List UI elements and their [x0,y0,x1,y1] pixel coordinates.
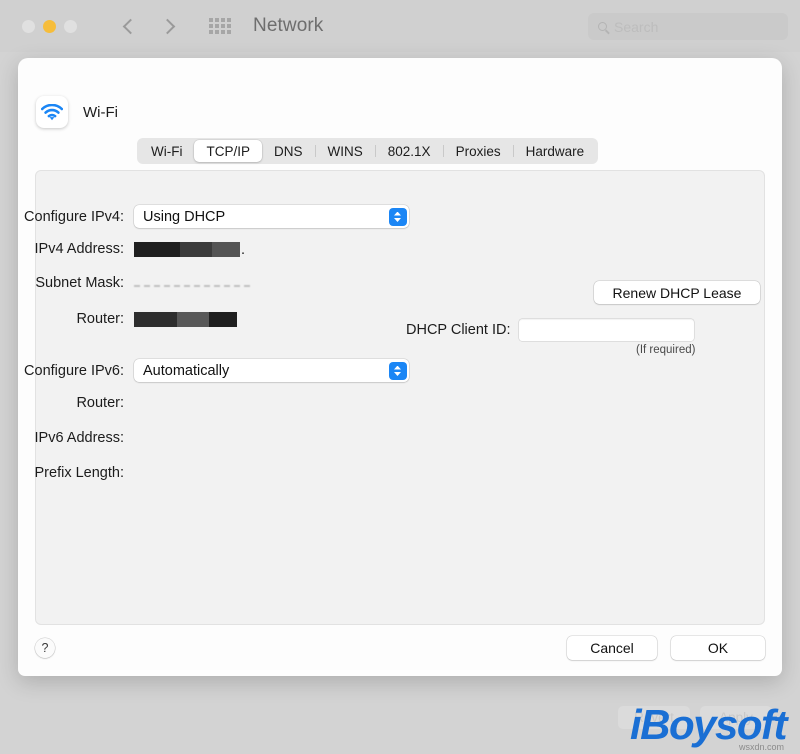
ipv4-router-row: Router: [0,311,237,327]
subnet-mask-value-obscured [134,279,252,291]
chevron-updown-icon [389,208,407,226]
ipv4-address-row: IPv4 Address: . [0,241,245,257]
configure-ipv4-row: Configure IPv4: Using DHCP [0,205,409,228]
watermark-brand: iBoysoft [630,704,786,746]
dhcp-client-id-hint: (If required) [636,344,695,356]
show-all-grid-icon[interactable] [209,18,231,34]
subnet-mask-row: Subnet Mask: [0,275,252,291]
tab-dns[interactable]: DNS [262,140,315,162]
tcpip-settings-sheet: Wi-Fi Wi-Fi TCP/IP DNS WINS 802.1X Proxi… [18,58,782,676]
page-title: Network [253,15,323,37]
forward-chevron-icon[interactable] [160,18,176,34]
dhcp-client-id-input[interactable] [519,319,694,341]
configure-ipv6-select[interactable]: Automatically [134,359,409,382]
dhcp-client-id-row: DHCP Client ID: [406,319,694,341]
chevron-updown-icon [389,362,407,380]
service-name: Wi-Fi [83,104,118,121]
configure-ipv4-value: Using DHCP [134,209,225,225]
subnet-mask-label: Subnet Mask: [0,275,124,291]
dhcp-client-id-label: DHCP Client ID: [406,322,510,338]
window-titlebar: Network Search [0,0,800,52]
wifi-icon [36,96,68,128]
tcpip-content-panel: Configure IPv4: Using DHCP IPv4 Address:… [35,170,765,625]
tab-hardware[interactable]: Hardware [514,140,597,162]
help-button[interactable]: ? [35,638,55,658]
ipv6-router-row: Router: [0,395,134,411]
ipv4-address-trailing-dot: . [241,242,245,257]
settings-tabbar: Wi-Fi TCP/IP DNS WINS 802.1X Proxies Har… [137,138,598,164]
tab-wifi[interactable]: Wi-Fi [139,140,194,162]
zoom-button[interactable] [64,20,77,33]
ok-button[interactable]: OK [671,636,765,660]
ipv4-address-label: IPv4 Address: [0,241,124,257]
ipv4-router-value-redacted [134,312,237,327]
configure-ipv4-label: Configure IPv4: [0,209,124,225]
watermark-sub: wsxdn.com [739,742,784,752]
tab-tcpip[interactable]: TCP/IP [194,140,262,162]
navigation-arrows [125,21,173,32]
search-field[interactable]: Search [588,13,788,40]
ipv6-address-label: IPv6 Address: [0,430,124,446]
ipv4-address-value-redacted: . [134,242,245,257]
cancel-button[interactable]: Cancel [567,636,657,660]
ipv6-router-label: Router: [0,395,124,411]
network-preferences-window: Network Search Wi-Fi Wi-Fi TCP/IP DNS [0,0,800,754]
configure-ipv6-label: Configure IPv6: [0,363,124,379]
traffic-light-controls [22,20,77,33]
search-placeholder: Search [614,19,658,35]
prefix-length-label: Prefix Length: [0,465,124,481]
back-chevron-icon[interactable] [123,18,139,34]
service-header: Wi-Fi [36,96,118,128]
close-button[interactable] [22,20,35,33]
ipv4-router-label: Router: [0,311,124,327]
search-icon [598,22,607,31]
ipv6-address-row: IPv6 Address: [0,430,134,446]
tab-proxies[interactable]: Proxies [444,140,513,162]
prefix-length-row: Prefix Length: [0,465,134,481]
configure-ipv6-row: Configure IPv6: Automatically [0,359,409,382]
configure-ipv4-select[interactable]: Using DHCP [134,205,409,228]
renew-dhcp-lease-button[interactable]: Renew DHCP Lease [594,281,760,304]
configure-ipv6-value: Automatically [134,363,229,379]
tab-wins[interactable]: WINS [316,140,375,162]
minimize-button[interactable] [43,20,56,33]
tab-8021x[interactable]: 802.1X [376,140,443,162]
